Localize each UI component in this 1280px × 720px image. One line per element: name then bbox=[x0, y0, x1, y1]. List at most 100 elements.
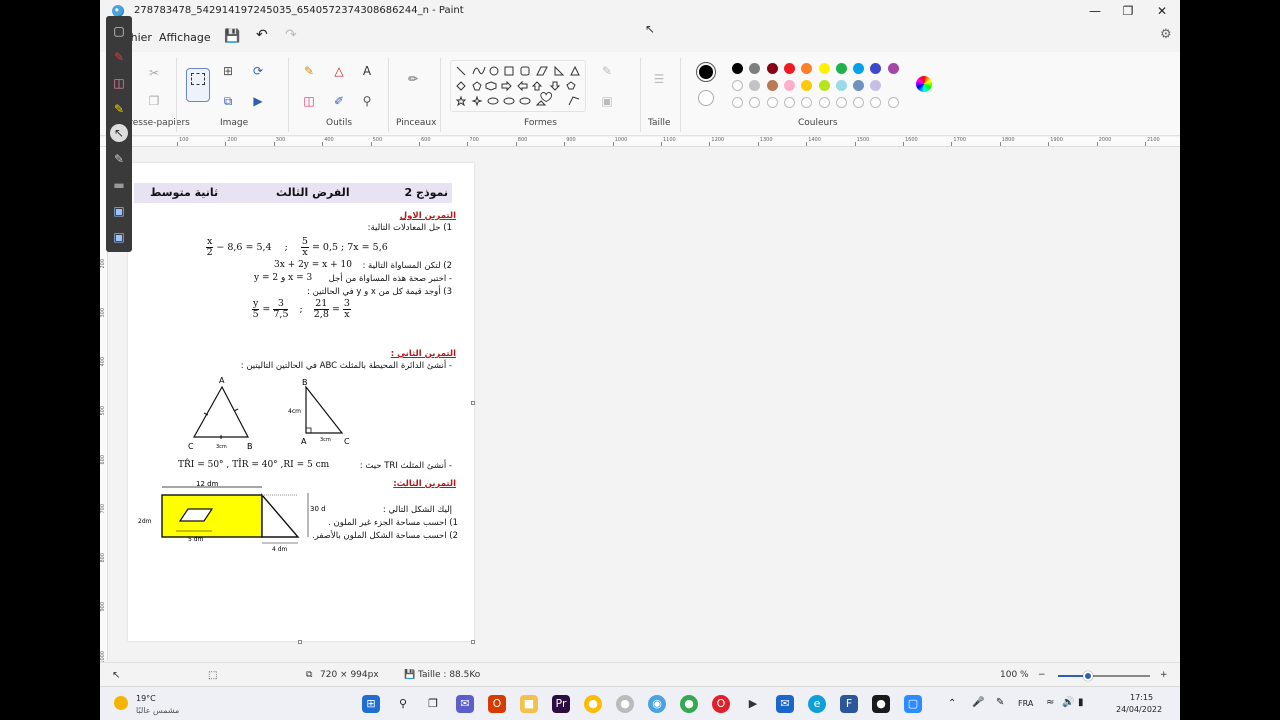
menu-view[interactable]: Affichage bbox=[159, 31, 211, 44]
color-swatch[interactable] bbox=[732, 97, 743, 108]
highlighter-icon[interactable]: ✎ bbox=[110, 100, 128, 118]
office-icon[interactable]: O bbox=[488, 695, 506, 713]
color-swatch[interactable] bbox=[783, 97, 795, 108]
record-icon[interactable]: ● bbox=[872, 695, 890, 713]
color-swatch[interactable] bbox=[732, 63, 743, 74]
file-explorer-icon[interactable]: ■ bbox=[520, 695, 538, 713]
rotate-icon[interactable]: ⟳ bbox=[249, 62, 267, 80]
color-swatch[interactable] bbox=[783, 80, 795, 91]
text-icon[interactable]: A bbox=[358, 62, 376, 80]
settings-icon[interactable]: ⚙ bbox=[1160, 27, 1172, 42]
minimize-button[interactable]: — bbox=[1080, 2, 1110, 20]
color-swatch[interactable] bbox=[853, 80, 865, 91]
wifi-icon[interactable]: ≈ bbox=[1046, 697, 1054, 708]
color-swatch[interactable] bbox=[853, 63, 865, 74]
canvas-area[interactable]: نموذج 2 الفرض الثالث ثانية متوسط التمرين… bbox=[109, 147, 1180, 660]
pencil-icon[interactable]: ✎ bbox=[300, 62, 318, 80]
color-swatch[interactable] bbox=[835, 97, 847, 108]
color-swatch[interactable] bbox=[766, 97, 778, 108]
eraser-icon[interactable]: ◫ bbox=[300, 92, 318, 110]
pen-icon[interactable]: ✎ bbox=[996, 697, 1004, 708]
color-swatch[interactable] bbox=[801, 97, 813, 108]
color-swatch[interactable] bbox=[818, 63, 830, 74]
color2-button[interactable] bbox=[698, 90, 714, 106]
paint-taskbar-icon[interactable]: ◉ bbox=[648, 695, 666, 713]
color-swatch[interactable] bbox=[766, 80, 778, 91]
resize-handle-bottom[interactable] bbox=[298, 640, 302, 644]
battery-icon[interactable]: ▮ bbox=[1078, 697, 1084, 708]
chat-icon[interactable]: ✉ bbox=[456, 695, 474, 713]
color-swatch[interactable] bbox=[870, 97, 882, 108]
color-swatch[interactable] bbox=[749, 80, 761, 91]
chrome-canary-icon[interactable]: ● bbox=[680, 695, 698, 713]
color-picker-icon[interactable]: ✐ bbox=[330, 92, 348, 110]
brush-icon[interactable]: ✏ bbox=[404, 70, 422, 88]
save-icon[interactable]: 💾 bbox=[224, 29, 240, 44]
color-swatch[interactable] bbox=[732, 80, 743, 91]
eraser-tool-icon[interactable]: ◫ bbox=[110, 74, 128, 92]
close-button[interactable]: ✕ bbox=[1147, 2, 1177, 20]
forms-icon[interactable]: F bbox=[840, 695, 858, 713]
color-swatch[interactable] bbox=[749, 97, 761, 108]
color-swatch[interactable] bbox=[749, 63, 761, 74]
magnifier-icon[interactable]: ⚲ bbox=[358, 92, 376, 110]
size-icon[interactable]: ☰ bbox=[650, 70, 668, 88]
select-button[interactable] bbox=[186, 68, 210, 102]
color-swatch[interactable] bbox=[870, 80, 882, 91]
maximize-button[interactable]: ❐ bbox=[1113, 2, 1143, 20]
resize-icon[interactable]: ⧉ bbox=[219, 92, 237, 110]
color-swatch[interactable] bbox=[835, 80, 847, 91]
crop-icon[interactable]: ⊞ bbox=[219, 62, 237, 80]
copy-icon[interactable]: ❐ bbox=[145, 92, 163, 110]
language-indicator[interactable]: FRA bbox=[1018, 699, 1033, 708]
fill-shape-icon[interactable]: ▣ bbox=[598, 92, 616, 110]
color-swatch[interactable] bbox=[818, 80, 830, 91]
resize-handle-corner[interactable] bbox=[471, 640, 475, 644]
laser-pen-icon[interactable]: ✎ bbox=[110, 150, 128, 168]
disc-icon[interactable]: ● bbox=[616, 695, 634, 713]
screen-recorder-icon[interactable]: ▶ bbox=[744, 695, 762, 713]
undo-icon[interactable]: ↶ bbox=[256, 27, 268, 43]
color-swatch[interactable] bbox=[766, 63, 778, 74]
chevron-up-icon[interactable]: ⌃ bbox=[948, 698, 956, 709]
clock-time[interactable]: 17:15 bbox=[1130, 693, 1153, 702]
zoom-out-button[interactable]: − bbox=[1038, 670, 1046, 680]
zoom-slider[interactable] bbox=[1058, 671, 1150, 681]
color-swatch[interactable] bbox=[801, 80, 813, 91]
color-swatch[interactable] bbox=[783, 63, 795, 74]
color-swatch[interactable] bbox=[835, 63, 847, 74]
color-swatch[interactable] bbox=[818, 97, 830, 108]
whiteboard-icon[interactable]: ▢ bbox=[110, 22, 128, 40]
edit-colors-button[interactable] bbox=[916, 76, 932, 92]
weather-icon[interactable] bbox=[114, 696, 128, 710]
premiere-icon[interactable]: Pr bbox=[552, 695, 570, 713]
search-icon[interactable]: ⚲ bbox=[394, 695, 412, 713]
outline-icon[interactable]: ✎ bbox=[598, 62, 616, 80]
pointer-tool-icon[interactable]: ↖ bbox=[110, 124, 128, 142]
opera-icon[interactable]: O bbox=[712, 695, 730, 713]
cut-icon[interactable]: ✂ bbox=[145, 64, 163, 82]
color-swatch[interactable] bbox=[870, 63, 882, 74]
shapes-gallery[interactable] bbox=[450, 60, 586, 112]
image-canvas[interactable]: نموذج 2 الفرض الثالث ثانية متوسط التمرين… bbox=[128, 163, 474, 641]
microphone-icon[interactable]: 🎤 bbox=[972, 697, 984, 708]
redo-icon[interactable]: ↷ bbox=[285, 27, 297, 43]
zoom-in-button[interactable]: + bbox=[1160, 670, 1168, 680]
task-view-icon[interactable]: ❐ bbox=[424, 695, 442, 713]
color1-button[interactable] bbox=[696, 62, 716, 82]
volume-icon[interactable]: 🔊 bbox=[1062, 697, 1074, 708]
color-swatch[interactable] bbox=[887, 63, 899, 74]
edge-icon[interactable]: e bbox=[808, 695, 826, 713]
fill-icon[interactable]: △ bbox=[330, 62, 348, 80]
mail-icon[interactable]: ✉ bbox=[776, 695, 794, 713]
screen-capture-icon[interactable]: ▣ bbox=[110, 202, 128, 220]
zoom-app-icon[interactable]: ▢ bbox=[904, 695, 922, 713]
record-screen-icon[interactable]: ▣ bbox=[110, 228, 128, 246]
color-swatch[interactable] bbox=[853, 97, 865, 108]
color-swatch[interactable] bbox=[801, 63, 813, 74]
color-swatch[interactable] bbox=[887, 97, 899, 108]
red-pen-icon[interactable]: ✎ bbox=[110, 48, 128, 66]
zoom-slider-thumb[interactable] bbox=[1083, 671, 1094, 681]
clock-date[interactable]: 24/04/2022 bbox=[1116, 705, 1162, 714]
resize-handle-right[interactable] bbox=[471, 401, 475, 405]
